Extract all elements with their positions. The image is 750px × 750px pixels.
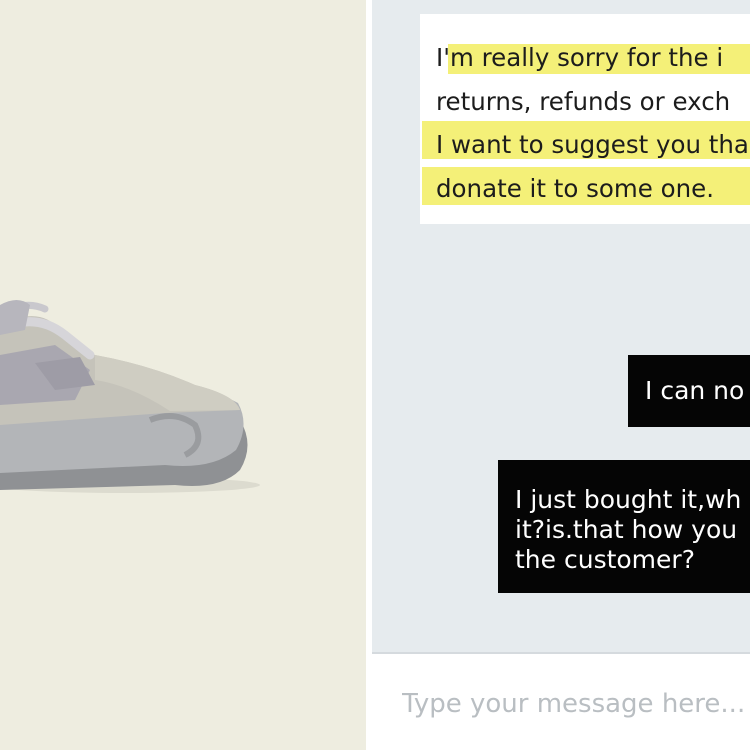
support-message-bubble: I'm really sorry for the i returns, refu… — [420, 14, 750, 224]
message-composer — [372, 652, 750, 750]
support-message-line: returns, refunds or exch — [436, 80, 750, 124]
sneaker-image — [0, 300, 260, 493]
support-message-text: I'm really sorry for the i — [436, 43, 724, 72]
message-input[interactable] — [402, 682, 750, 726]
user-message-text: I just bought it,wh — [515, 485, 742, 514]
support-message-line: I want to suggest you tha — [422, 121, 750, 167]
user-message-text: it?is.that how you — [515, 515, 738, 544]
support-message-text: returns, refunds or exch — [436, 86, 731, 116]
chat-panel: I'm really sorry for the i returns, refu… — [372, 0, 750, 750]
user-message-bubble: I just bought it,wh it?is.that how you t… — [498, 460, 750, 593]
product-image-panel — [0, 0, 366, 750]
support-message-text: I want to suggest you tha — [436, 130, 749, 159]
user-message-bubble: I can no — [628, 355, 750, 427]
support-message-line: donate it to some one. — [422, 166, 750, 211]
support-message-text: donate it to some one. — [436, 173, 714, 203]
user-message-text: the customer? — [515, 545, 695, 574]
support-message-line: I'm really sorry for the i — [436, 36, 750, 80]
user-message-text: I can no — [645, 376, 745, 405]
